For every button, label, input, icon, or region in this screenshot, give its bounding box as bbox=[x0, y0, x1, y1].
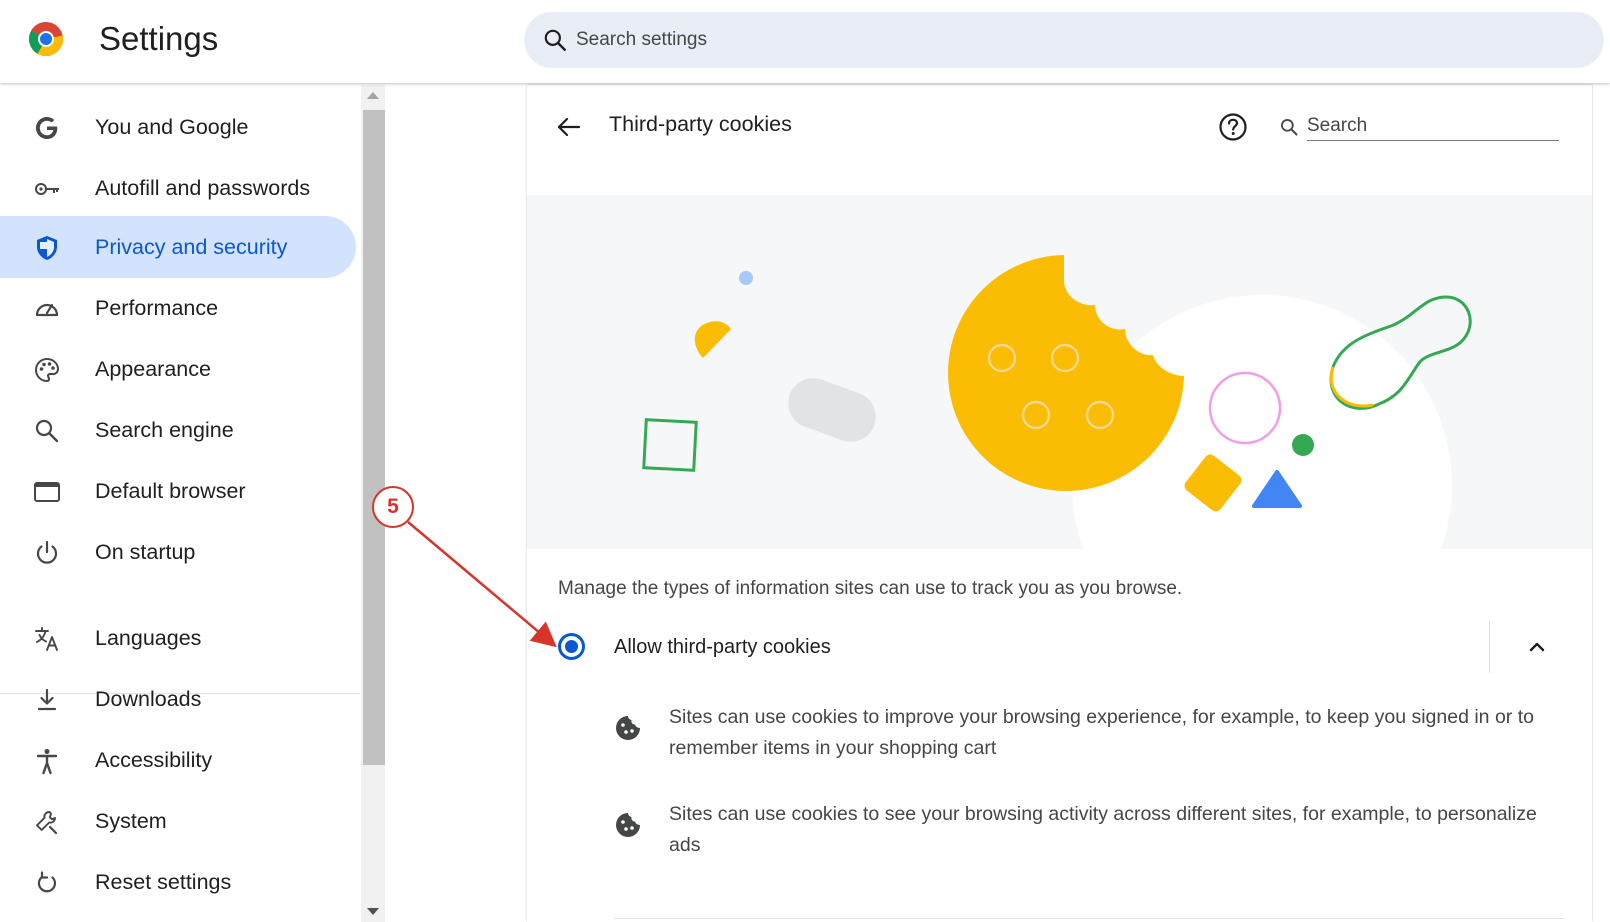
grey-pill bbox=[788, 378, 876, 442]
sidebar-item-label: On startup bbox=[95, 540, 196, 564]
download-icon bbox=[37, 688, 57, 711]
sidebar-item-search-engine[interactable]: Search engine bbox=[0, 399, 356, 461]
cookie-search-input[interactable] bbox=[1307, 111, 1559, 141]
bullet-item: Sites can use cookies to improve your br… bbox=[614, 702, 1564, 772]
blue-dot bbox=[739, 271, 753, 285]
header: Settings bbox=[0, 0, 1610, 83]
scroll-up-arrow-icon[interactable] bbox=[367, 92, 379, 99]
allow-third-party-cookies-radio[interactable] bbox=[558, 633, 585, 660]
app-title: Settings bbox=[99, 20, 219, 57]
big-cookie bbox=[948, 255, 1184, 491]
palette-icon bbox=[34, 357, 60, 383]
power-icon bbox=[36, 540, 58, 564]
translate-icon bbox=[35, 627, 58, 651]
sidebar-item-appearance[interactable]: Appearance bbox=[0, 338, 356, 400]
accessibility-icon bbox=[36, 749, 58, 775]
sidebar-item-autofill[interactable]: Autofill and passwords bbox=[0, 157, 356, 219]
bullet-item: Sites can use cookies to see your browsi… bbox=[614, 799, 1564, 869]
sidebar-item-label: You and Google bbox=[95, 115, 249, 139]
sidebar-item-performance[interactable]: Performance bbox=[0, 277, 356, 339]
sidebar-item-label: Default browser bbox=[95, 479, 246, 503]
search-icon bbox=[544, 29, 566, 51]
option-label: Allow third-party cookies bbox=[614, 636, 831, 658]
yellow-half-moon bbox=[694, 321, 731, 358]
sidebar-item-label: Search engine bbox=[95, 418, 234, 442]
cookie-search-box[interactable] bbox=[1279, 107, 1569, 147]
sidebar-item-languages[interactable]: Languages bbox=[0, 607, 356, 669]
search-icon bbox=[1281, 119, 1298, 136]
cookie-icon bbox=[616, 716, 640, 740]
cookies-description: Manage the types of information sites ca… bbox=[558, 578, 1183, 599]
sidebar-item-label: Privacy and security bbox=[95, 235, 288, 259]
green-outlined-square bbox=[642, 418, 698, 472]
cookie-icon bbox=[616, 813, 640, 837]
wrench-icon bbox=[36, 811, 58, 835]
sidebar-item-default-browser[interactable]: Default browser bbox=[0, 460, 356, 522]
reset-icon bbox=[37, 871, 57, 893]
sidebar-item-label: Reset settings bbox=[95, 870, 232, 894]
scroll-down-arrow-icon[interactable] bbox=[367, 908, 379, 915]
page-title: Third-party cookies bbox=[609, 112, 792, 136]
speedometer-icon bbox=[35, 303, 59, 317]
sidebar-item-label: Appearance bbox=[95, 357, 211, 381]
help-icon[interactable] bbox=[1217, 111, 1249, 143]
sidebar-item-privacy[interactable]: Privacy and security bbox=[0, 216, 356, 278]
chrome-logo-icon bbox=[29, 22, 64, 57]
sidebar-item-label: Performance bbox=[95, 296, 219, 320]
step-annotation-badge: 5 bbox=[372, 486, 414, 528]
bullet-text: Sites can use cookies to see your browsi… bbox=[669, 803, 1537, 856]
search-settings-input[interactable] bbox=[576, 12, 1476, 68]
chevron-up-icon[interactable] bbox=[1521, 631, 1553, 663]
browser-window-icon bbox=[34, 482, 60, 502]
cookie-illustration-graphic bbox=[642, 255, 1472, 549]
green-dot bbox=[1292, 434, 1314, 456]
sidebar-item-system[interactable]: System bbox=[0, 790, 356, 852]
sidebar-item-label: Accessibility bbox=[95, 748, 213, 772]
shield-icon bbox=[37, 236, 57, 260]
option-separator bbox=[1489, 621, 1490, 673]
allow-third-party-cookies-option[interactable]: Allow third-party cookies bbox=[527, 607, 1592, 687]
sidebar-item-label: System bbox=[95, 809, 167, 833]
key-icon bbox=[35, 183, 59, 195]
search-icon bbox=[35, 419, 59, 443]
sidebar-item-reset-settings[interactable]: Reset settings bbox=[0, 851, 356, 913]
sidebar-item-label: Languages bbox=[95, 626, 202, 650]
sidebar-item-downloads[interactable]: Downloads bbox=[0, 668, 356, 730]
sidebar-item-you-and-google[interactable]: You and Google bbox=[0, 96, 356, 158]
sidebar-item-label: Autofill and passwords bbox=[95, 176, 311, 200]
sidebar: You and Google Autofill and passwords Pr… bbox=[0, 85, 360, 922]
sidebar-item-accessibility[interactable]: Accessibility bbox=[0, 729, 356, 791]
bullet-text: Sites can use cookies to improve your br… bbox=[669, 706, 1534, 759]
sidebar-item-label: Downloads bbox=[95, 687, 202, 711]
scrollbar-thumb[interactable] bbox=[363, 110, 385, 765]
section-divider bbox=[614, 918, 1564, 919]
cookies-illustration bbox=[527, 195, 1592, 549]
search-settings-box[interactable] bbox=[524, 12, 1604, 68]
third-party-cookies-card: Third-party cookies Search Manage the ty… bbox=[527, 85, 1592, 922]
back-arrow-icon[interactable] bbox=[553, 111, 585, 143]
sidebar-item-on-startup[interactable]: On startup bbox=[0, 521, 356, 583]
google-g-icon bbox=[36, 117, 58, 139]
